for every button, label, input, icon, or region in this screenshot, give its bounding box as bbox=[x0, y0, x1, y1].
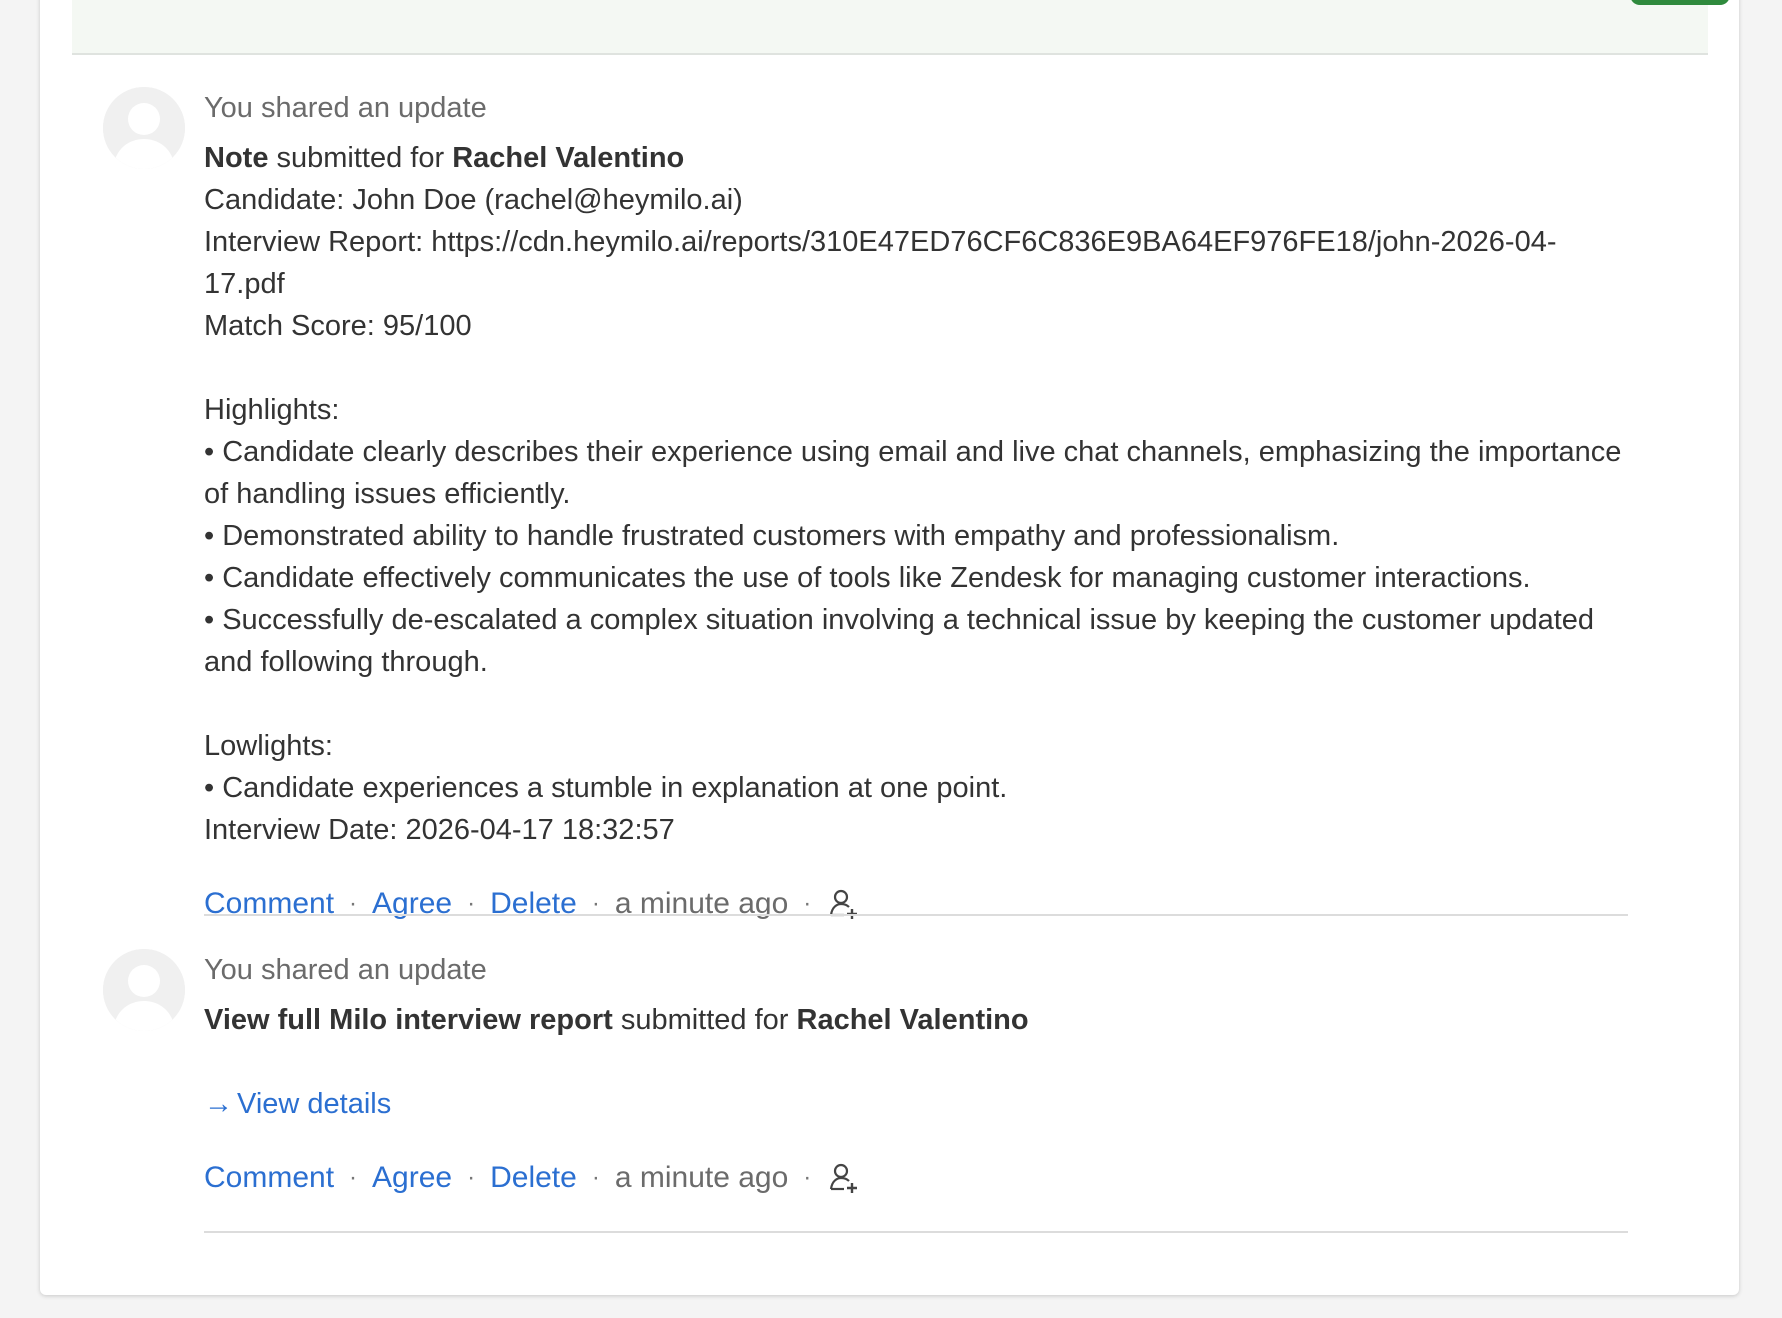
separator: · bbox=[803, 890, 812, 917]
composer-band bbox=[72, 0, 1730, 55]
report-type: View full Milo interview report bbox=[204, 1004, 613, 1036]
lowlights-heading: Lowlights: bbox=[204, 730, 333, 762]
arrow-right-icon: → bbox=[204, 1088, 233, 1120]
avatar bbox=[103, 949, 185, 1031]
title-connector: submitted for bbox=[268, 142, 453, 174]
highlight-item: • Candidate effectively communicates the… bbox=[204, 562, 1531, 594]
separator: · bbox=[591, 890, 600, 917]
add-person-icon[interactable] bbox=[828, 1161, 862, 1195]
note-type: Note bbox=[204, 142, 269, 174]
submit-button[interactable] bbox=[1630, 0, 1730, 5]
agree-link[interactable]: Agree bbox=[372, 883, 452, 925]
entry-body: Note submitted for Rachel Valentino Cand… bbox=[204, 137, 1634, 851]
separator: · bbox=[591, 1164, 600, 1191]
separator: · bbox=[467, 890, 476, 917]
view-details-link[interactable]: → View details bbox=[204, 1083, 391, 1125]
separator: · bbox=[803, 1164, 812, 1191]
agree-link[interactable]: Agree bbox=[372, 1157, 452, 1199]
avatar-placeholder-icon bbox=[103, 949, 185, 1031]
entry-title: Note submitted for Rachel Valentino bbox=[204, 137, 1634, 179]
highlights-heading: Highlights: bbox=[204, 394, 340, 426]
avatar bbox=[103, 87, 185, 169]
timestamp: a minute ago bbox=[614, 1161, 789, 1194]
comment-link[interactable]: Comment bbox=[204, 883, 334, 925]
view-details-label: View details bbox=[237, 1088, 392, 1120]
title-connector: submitted for bbox=[612, 1004, 797, 1036]
entry-header: You shared an update bbox=[204, 92, 487, 124]
delete-link[interactable]: Delete bbox=[490, 883, 577, 925]
separator: · bbox=[467, 1164, 476, 1191]
entry-actions: Comment · Agree · Delete · a minute ago … bbox=[204, 883, 1634, 925]
entry-divider bbox=[204, 1231, 1628, 1233]
subject-name: Rachel Valentino bbox=[796, 1004, 1029, 1036]
interview-report-line: Interview Report: https://cdn.heymilo.ai… bbox=[204, 226, 1557, 300]
interview-date-line: Interview Date: 2026-04-17 18:32:57 bbox=[204, 814, 675, 846]
highlight-item: • Candidate clearly describes their expe… bbox=[204, 436, 1622, 510]
entry-divider bbox=[204, 914, 1628, 916]
avatar-placeholder-icon bbox=[103, 87, 185, 169]
entry-actions: Comment · Agree · Delete · a minute ago … bbox=[204, 1157, 1634, 1199]
delete-link[interactable]: Delete bbox=[490, 1157, 577, 1199]
highlight-item: • Demonstrated ability to handle frustra… bbox=[204, 520, 1340, 552]
comment-link[interactable]: Comment bbox=[204, 1157, 334, 1199]
highlight-item: • Successfully de-escalated a complex si… bbox=[204, 604, 1595, 678]
candidate-line: Candidate: John Doe (rachel@heymilo.ai) bbox=[204, 184, 743, 216]
match-score-line: Match Score: 95/100 bbox=[204, 310, 472, 342]
separator: · bbox=[349, 1164, 358, 1191]
entry-body: View full Milo interview report submitte… bbox=[204, 999, 1634, 1125]
subject-name: Rachel Valentino bbox=[452, 142, 685, 174]
timestamp: a minute ago bbox=[614, 887, 789, 920]
lowlight-item: • Candidate experiences a stumble in exp… bbox=[204, 772, 1008, 804]
entry-title: View full Milo interview report submitte… bbox=[204, 999, 1634, 1041]
separator: · bbox=[349, 890, 358, 917]
entry-header: You shared an update bbox=[204, 954, 487, 986]
